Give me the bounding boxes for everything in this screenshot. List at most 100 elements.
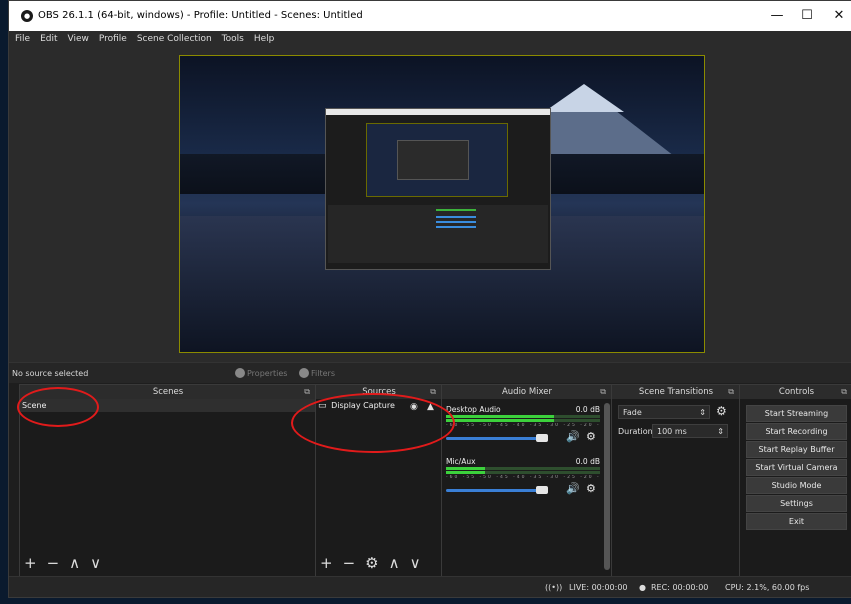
- eye-icon[interactable]: ◉: [410, 401, 418, 414]
- menu-profile[interactable]: Profile: [99, 34, 127, 44]
- speaker-icon[interactable]: 🔊: [566, 430, 580, 443]
- start-virtual-camera-button[interactable]: Start Virtual Camera: [746, 459, 847, 476]
- gear-icon[interactable]: ⚙: [586, 430, 596, 443]
- source-label: Display Capture: [331, 401, 395, 410]
- move-source-up-button[interactable]: ∧: [389, 554, 400, 572]
- spin-icon[interactable]: ⇕: [717, 425, 724, 439]
- audio-meter: [446, 471, 600, 474]
- volume-slider[interactable]: [446, 437, 544, 440]
- gear-icon[interactable]: ⚙: [716, 404, 727, 418]
- start-streaming-button[interactable]: Start Streaming: [746, 405, 847, 422]
- duration-input[interactable]: 100 ms ⇕: [652, 424, 728, 438]
- filter-icon: [299, 368, 309, 378]
- sources-title: Sources: [362, 387, 396, 397]
- mixer-header: Audio Mixer ⧉: [442, 385, 612, 399]
- nested-preview-inner: [397, 140, 469, 180]
- mic-aux-channel: Mic/Aux 0.0 dB -60 -55 -50 -45 -40 -35 -…: [444, 457, 602, 507]
- mixer-body: Desktop Audio 0.0 dB -60 -55 -50 -45 -40…: [442, 399, 612, 576]
- obs-window: ● OBS 26.1.1 (64-bit, windows) - Profile…: [8, 0, 851, 598]
- audio-meter: [446, 419, 600, 422]
- audio-mixer-dock: Audio Mixer ⧉ Desktop Audio 0.0 dB -60 -…: [441, 384, 613, 577]
- add-source-button[interactable]: +: [320, 554, 333, 572]
- nested-capture-window: [325, 108, 551, 270]
- scenes-title: Scenes: [152, 387, 184, 397]
- maximize-button[interactable]: ☐: [793, 6, 821, 26]
- properties-label: Properties: [247, 368, 288, 378]
- status-bar: ((•)) LIVE: 00:00:00 ● REC: 00:00:00 CPU…: [9, 576, 851, 597]
- move-source-down-button[interactable]: ∨: [410, 554, 421, 572]
- audio-meter: [446, 467, 600, 470]
- nested-preview: [366, 123, 508, 197]
- monitor-icon: ▭: [318, 401, 327, 411]
- remove-source-button[interactable]: −: [343, 554, 356, 572]
- float-icon[interactable]: ⧉: [728, 385, 734, 399]
- meter-ticks: -60 -55 -50 -45 -40 -35 -30 -25 -20 -15 …: [446, 475, 600, 480]
- mixer-scrollbar[interactable]: [604, 403, 610, 570]
- add-scene-button[interactable]: +: [24, 554, 37, 572]
- speaker-icon[interactable]: 🔊: [566, 482, 580, 495]
- channel-name: Mic/Aux: [446, 457, 476, 466]
- mixer-title: Audio Mixer: [501, 387, 553, 397]
- move-scene-up-button[interactable]: ∧: [69, 554, 80, 572]
- minimize-button[interactable]: —: [763, 6, 791, 26]
- channel-name: Desktop Audio: [446, 405, 501, 414]
- source-item[interactable]: ▭ Display Capture ◉ ▲: [316, 399, 442, 412]
- gear-icon[interactable]: ⚙: [586, 482, 596, 495]
- transitions-body: Fade ⇕ ⚙ Duration 100 ms ⇕: [612, 399, 740, 576]
- menu-edit[interactable]: Edit: [40, 34, 57, 44]
- preview-canvas[interactable]: [179, 55, 705, 353]
- window-title: OBS 26.1.1 (64-bit, windows) - Profile: …: [38, 10, 363, 21]
- chevron-updown-icon: ⇕: [699, 408, 706, 417]
- transition-select[interactable]: Fade ⇕: [618, 405, 710, 419]
- cpu-fps: CPU: 2.1%, 60.00 fps: [725, 583, 810, 592]
- obs-logo-icon: ●: [21, 10, 33, 22]
- settings-button[interactable]: Settings: [746, 495, 847, 512]
- source-toolbar: No source selected Properties Filters: [9, 362, 851, 383]
- scene-item[interactable]: Scene: [20, 399, 316, 412]
- menu-help[interactable]: Help: [254, 34, 275, 44]
- close-button[interactable]: ✕: [825, 6, 851, 26]
- live-timer: LIVE: 00:00:00: [569, 583, 628, 592]
- move-scene-down-button[interactable]: ∨: [90, 554, 101, 572]
- preview-snowcap: [544, 84, 624, 112]
- scenes-header: Scenes ⧉: [20, 385, 316, 399]
- properties-button[interactable]: Properties: [235, 366, 287, 380]
- channel-db: 0.0 dB: [575, 457, 600, 466]
- preview-area: [9, 47, 851, 362]
- controls-dock: Controls ⧉ Start Streaming Start Recordi…: [739, 384, 851, 577]
- volume-knob[interactable]: [536, 434, 548, 442]
- float-icon[interactable]: ⧉: [841, 385, 847, 399]
- transitions-title: Scene Transitions: [638, 387, 714, 397]
- float-icon[interactable]: ⧉: [304, 385, 310, 399]
- lock-icon[interactable]: ▲: [427, 401, 434, 414]
- menu-bar: File Edit View Profile Scene Collection …: [9, 31, 851, 47]
- gear-icon: [235, 368, 245, 378]
- menu-scene-collection[interactable]: Scene Collection: [137, 34, 212, 44]
- volume-slider[interactable]: [446, 489, 544, 492]
- duration-value: 100 ms: [657, 427, 687, 436]
- no-source-label: No source selected: [12, 369, 89, 378]
- menu-tools[interactable]: Tools: [222, 34, 244, 44]
- title-bar: ● OBS 26.1.1 (64-bit, windows) - Profile…: [9, 1, 851, 31]
- remove-scene-button[interactable]: −: [47, 554, 60, 572]
- start-replay-buffer-button[interactable]: Start Replay Buffer: [746, 441, 847, 458]
- float-icon[interactable]: ⧉: [600, 385, 606, 399]
- volume-knob[interactable]: [536, 486, 548, 494]
- transitions-header: Scene Transitions ⧉: [612, 385, 740, 399]
- source-properties-button[interactable]: ⚙: [365, 554, 378, 572]
- scenes-toolbar: + − ∧ ∨: [24, 554, 101, 572]
- duration-label: Duration: [618, 427, 653, 436]
- rec-icon: ●: [639, 583, 646, 592]
- studio-mode-button[interactable]: Studio Mode: [746, 477, 847, 494]
- menu-file[interactable]: File: [15, 34, 30, 44]
- start-recording-button[interactable]: Start Recording: [746, 423, 847, 440]
- meter-ticks: -60 -55 -50 -45 -40 -35 -30 -25 -20 -15 …: [446, 423, 600, 428]
- sources-toolbar: + − ⚙ ∧ ∨: [320, 554, 421, 572]
- channel-db: 0.0 dB: [575, 405, 600, 414]
- float-icon[interactable]: ⧉: [430, 385, 436, 399]
- filters-button[interactable]: Filters: [299, 366, 335, 380]
- menu-view[interactable]: View: [68, 34, 89, 44]
- exit-button[interactable]: Exit: [746, 513, 847, 530]
- controls-body: Start Streaming Start Recording Start Re…: [740, 399, 851, 576]
- nested-sliders: [436, 213, 476, 233]
